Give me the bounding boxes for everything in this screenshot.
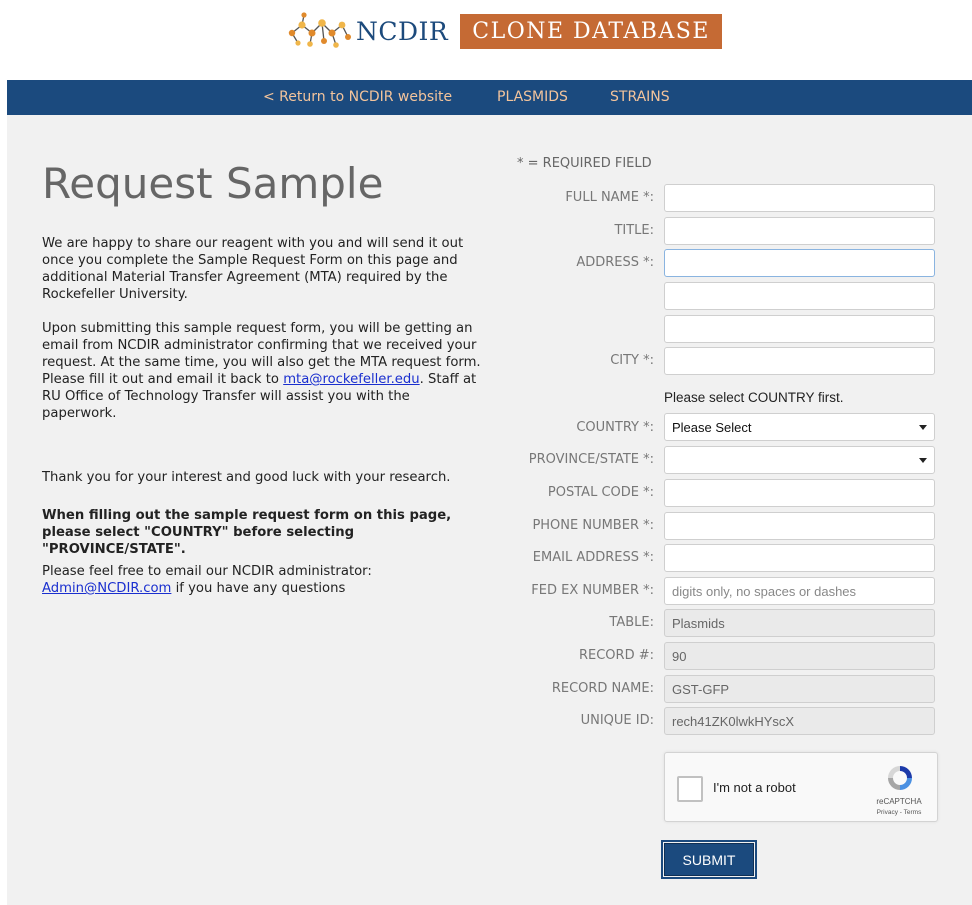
submit-button[interactable]: SUBMIT — [661, 840, 757, 879]
address-line-1-input[interactable] — [664, 249, 935, 277]
site-header: NCDIR CLONE DATABASE — [0, 0, 972, 78]
intro-paragraph-3: Thank you for your interest and good luc… — [42, 470, 451, 485]
full-name-input[interactable] — [664, 184, 935, 212]
address-label: ADDRESS *: — [576, 255, 654, 270]
country-chevron-down-icon — [919, 425, 927, 430]
intro-paragraph-2: Upon submitting this sample request form… — [42, 320, 487, 422]
province-label: PROVINCE/STATE *: — [528, 452, 654, 467]
record-number-field: 90 — [664, 642, 935, 670]
city-input[interactable] — [664, 347, 935, 375]
recaptcha-terms-link[interactable]: Privacy - Terms — [869, 809, 929, 816]
main-panel: Request Sample We are happy to share our… — [7, 115, 972, 905]
intro-p5-text-before: Please feel free to email our NCDIR admi… — [42, 564, 372, 579]
unique-id-field: rech41ZK0lwkHYscX — [664, 707, 935, 735]
province-select[interactable] — [664, 446, 935, 474]
logo-clone-database-badge: CLONE DATABASE — [460, 13, 722, 49]
intro-p5-text-after: if you have any questions — [171, 581, 346, 596]
country-label: COUNTRY *: — [576, 420, 654, 435]
record-number-label: RECORD #: — [578, 648, 654, 663]
country-selected-value: Please Select — [672, 420, 752, 435]
page-title: Request Sample — [42, 159, 384, 208]
email-address-input[interactable] — [664, 544, 935, 572]
intro-paragraph-4: When filling out the sample request form… — [42, 508, 452, 557]
admin-email-link[interactable]: Admin@NCDIR.com — [42, 581, 171, 596]
country-select[interactable]: Please Select — [664, 413, 935, 441]
recaptcha-label: I'm not a robot — [713, 780, 796, 795]
record-name-field: GST-GFP — [664, 675, 935, 703]
molecule-logo-icon — [288, 12, 351, 48]
title-label: TITLE: — [614, 223, 654, 238]
full-name-label: FULL NAME *: — [565, 190, 654, 205]
recaptcha-checkbox[interactable] — [677, 776, 703, 802]
unique-id-label: UNIQUE ID: — [580, 713, 654, 728]
required-field-note: * = REQUIRED FIELD — [517, 156, 652, 171]
title-input[interactable] — [664, 217, 935, 245]
recaptcha-logo-icon — [888, 766, 912, 790]
postal-code-label: POSTAL CODE *: — [547, 485, 654, 500]
province-chevron-down-icon — [919, 458, 927, 463]
phone-number-input[interactable] — [664, 512, 935, 540]
country-hint-text: Please select COUNTRY first. — [664, 390, 844, 405]
fedex-number-label: FED EX NUMBER *: — [531, 583, 654, 598]
logo-ncdir-text: NCDIR — [356, 16, 449, 46]
city-label: CITY *: — [610, 353, 654, 368]
table-label: TABLE: — [609, 615, 654, 630]
top-nav: < Return to NCDIR website PLASMIDS STRAI… — [7, 80, 972, 115]
intro-paragraph-5: Please feel free to email our NCDIR admi… — [42, 563, 487, 597]
address-line-3-input[interactable] — [664, 315, 935, 343]
email-address-label: EMAIL ADDRESS *: — [532, 550, 654, 565]
recaptcha-widget: I'm not a robot reCAPTCHA Privacy - Term… — [664, 752, 938, 822]
nav-return-link[interactable]: < Return to NCDIR website — [263, 89, 452, 105]
postal-code-input[interactable] — [664, 479, 935, 507]
mta-email-link[interactable]: mta@rockefeller.edu — [283, 372, 419, 387]
recaptcha-brand: reCAPTCHA — [876, 797, 922, 806]
fedex-number-input[interactable]: digits only, no spaces or dashes — [664, 577, 935, 605]
table-field: Plasmids — [664, 609, 935, 637]
nav-plasmids-link[interactable]: PLASMIDS — [497, 89, 568, 105]
record-name-label: RECORD NAME: — [551, 681, 654, 696]
nav-strains-link[interactable]: STRAINS — [610, 89, 670, 105]
intro-paragraph-1: We are happy to share our reagent with y… — [42, 236, 464, 302]
site-logo[interactable]: NCDIR CLONE DATABASE — [284, 10, 722, 52]
phone-number-label: PHONE NUMBER *: — [532, 518, 654, 533]
address-line-2-input[interactable] — [664, 282, 935, 310]
